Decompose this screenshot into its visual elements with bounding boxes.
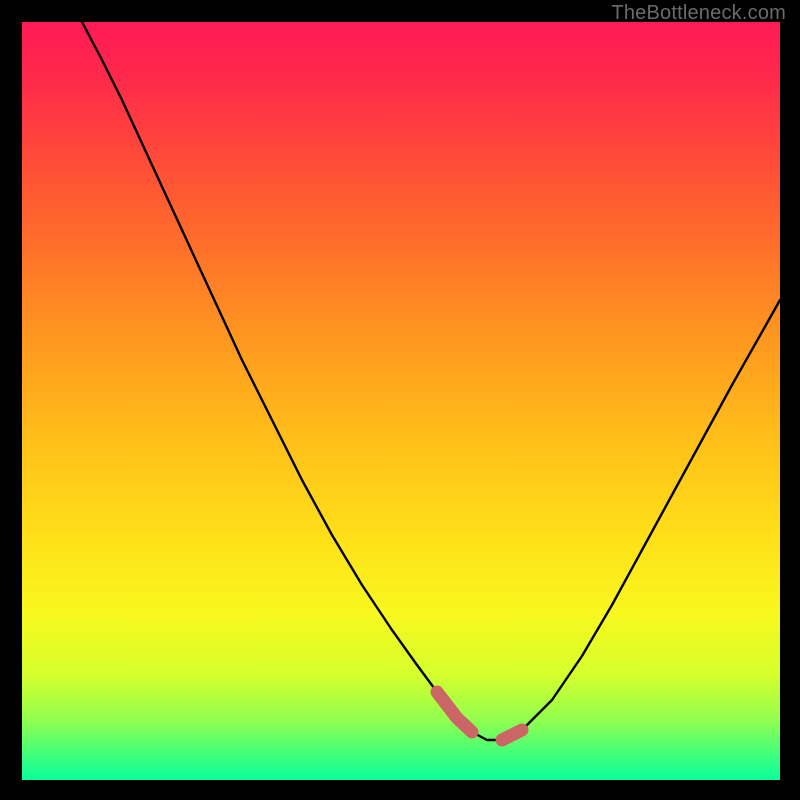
valley-right-highlight (502, 730, 522, 740)
chart-background (22, 22, 780, 780)
watermark-text: TheBottleneck.com (611, 2, 786, 25)
bottleneck-chart (22, 22, 780, 780)
chart-svg (22, 22, 780, 780)
